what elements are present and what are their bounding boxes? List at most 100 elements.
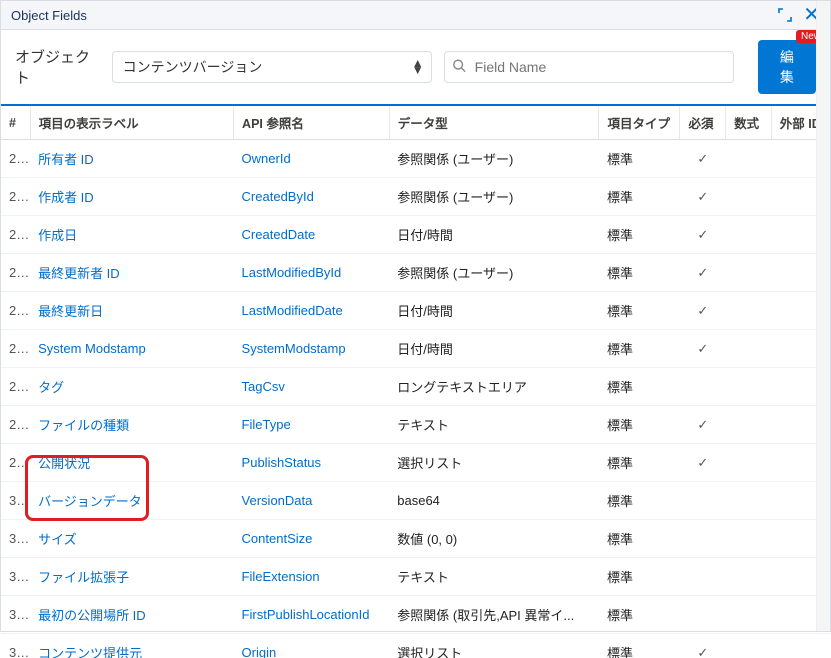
check-icon: ✓ (697, 341, 708, 356)
field-label-link[interactable]: 作成日 (38, 228, 77, 243)
check-icon: ✓ (697, 151, 708, 166)
object-select-input[interactable] (112, 51, 432, 83)
field-api-link[interactable]: LastModifiedDate (242, 303, 343, 318)
edit-button[interactable]: 編集 New (758, 40, 816, 94)
field-required: ✓ (680, 140, 726, 178)
table-row[interactable]: 34コンテンツ提供元Origin選択リスト標準✓ (1, 634, 830, 658)
field-required: ✓ (680, 216, 726, 254)
field-kind: 標準 (599, 330, 680, 368)
table-row[interactable]: 32ファイル拡張子FileExtensionテキスト標準 (1, 558, 830, 596)
field-type: 日付/時間 (389, 330, 599, 368)
col-header-index[interactable]: # (1, 106, 30, 140)
table-row[interactable]: 29公開状況PublishStatus選択リスト標準✓ (1, 444, 830, 482)
field-api-link[interactable]: ContentSize (242, 531, 313, 546)
panel-title: Object Fields (11, 8, 87, 23)
field-api-link[interactable]: CreatedById (242, 189, 314, 204)
field-formula (726, 482, 772, 520)
table-row[interactable]: 22作成者 IDCreatedById参照関係 (ユーザー)標準✓ (1, 178, 830, 216)
field-formula (726, 368, 772, 406)
row-index: 29 (1, 444, 30, 482)
table-row[interactable]: 31サイズContentSize数値 (0, 0)標準 (1, 520, 830, 558)
field-required (680, 596, 726, 634)
check-icon: ✓ (697, 189, 708, 204)
field-label-link[interactable]: 最初の公開場所 ID (38, 608, 146, 623)
field-api-link[interactable]: VersionData (242, 493, 313, 508)
check-icon: ✓ (697, 417, 708, 432)
field-required: ✓ (680, 178, 726, 216)
field-required: ✓ (680, 406, 726, 444)
table-row[interactable]: 25最終更新日LastModifiedDate日付/時間標準✓ (1, 292, 830, 330)
row-index: 25 (1, 292, 30, 330)
table-row[interactable]: 23作成日CreatedDate日付/時間標準✓ (1, 216, 830, 254)
field-label-link[interactable]: System Modstamp (38, 341, 146, 356)
field-api-link[interactable]: FileExtension (242, 569, 320, 584)
field-type: 参照関係 (ユーザー) (389, 254, 599, 292)
field-formula (726, 178, 772, 216)
field-formula (726, 216, 772, 254)
field-kind: 標準 (599, 140, 680, 178)
field-kind: 標準 (599, 596, 680, 634)
table-row[interactable]: 21所有者 IDOwnerId参照関係 (ユーザー)標準✓ (1, 140, 830, 178)
field-type: 選択リスト (389, 444, 599, 482)
field-api-link[interactable]: SystemModstamp (242, 341, 346, 356)
search-field[interactable] (444, 51, 734, 83)
field-label-link[interactable]: タグ (38, 380, 64, 395)
field-api-link[interactable]: OwnerId (242, 151, 291, 166)
field-api-link[interactable]: CreatedDate (242, 227, 316, 242)
table-scroll[interactable]: # 項目の表示ラベル API 参照名 データ型 項目タイプ 必須 数式 外部 I… (1, 106, 830, 658)
field-label-link[interactable]: 最終更新者 ID (38, 266, 120, 281)
field-label-link[interactable]: サイズ (38, 532, 77, 547)
col-header-api[interactable]: API 参照名 (234, 106, 390, 140)
table-row[interactable]: 28ファイルの種類FileTypeテキスト標準✓ (1, 406, 830, 444)
field-label-link[interactable]: 所有者 ID (38, 152, 94, 167)
table-row[interactable]: 33最初の公開場所 IDFirstPublishLocationId参照関係 (… (1, 596, 830, 634)
expand-icon[interactable] (777, 7, 793, 23)
col-header-kind[interactable]: 項目タイプ (599, 106, 680, 140)
table-row[interactable]: 27タグTagCsvロングテキストエリア標準 (1, 368, 830, 406)
table-row[interactable]: 24最終更新者 IDLastModifiedById参照関係 (ユーザー)標準✓ (1, 254, 830, 292)
titlebar: Object Fields ✕ (1, 1, 830, 30)
field-api-link[interactable]: Origin (242, 645, 277, 658)
field-api-link[interactable]: PublishStatus (242, 455, 322, 470)
scrollbar[interactable] (816, 1, 830, 631)
field-api-link[interactable]: FileType (242, 417, 291, 432)
field-label-link[interactable]: ファイルの種類 (38, 418, 129, 433)
row-index: 32 (1, 558, 30, 596)
field-label-link[interactable]: コンテンツ提供元 (38, 646, 142, 658)
table-row[interactable]: 26System ModstampSystemModstamp日付/時間標準✓ (1, 330, 830, 368)
field-formula (726, 406, 772, 444)
field-type: テキスト (389, 406, 599, 444)
col-header-type[interactable]: データ型 (389, 106, 599, 140)
field-api-link[interactable]: TagCsv (242, 379, 285, 394)
field-required (680, 558, 726, 596)
col-header-required[interactable]: 必須 (680, 106, 726, 140)
field-required: ✓ (680, 292, 726, 330)
field-label-link[interactable]: バージョンデータ (38, 494, 142, 509)
field-required (680, 482, 726, 520)
field-label-link[interactable]: 公開状況 (38, 456, 90, 471)
field-required (680, 520, 726, 558)
check-icon: ✓ (697, 645, 708, 658)
field-required: ✓ (680, 254, 726, 292)
search-input[interactable] (444, 51, 734, 83)
row-index: 28 (1, 406, 30, 444)
field-type: 選択リスト (389, 634, 599, 658)
field-formula (726, 520, 772, 558)
field-label-link[interactable]: 作成者 ID (38, 190, 94, 205)
edit-button-label: 編集 (780, 49, 794, 85)
field-formula (726, 292, 772, 330)
col-header-label[interactable]: 項目の表示ラベル (30, 106, 233, 140)
field-required: ✓ (680, 330, 726, 368)
field-label-link[interactable]: ファイル拡張子 (38, 570, 129, 585)
row-index: 34 (1, 634, 30, 658)
col-header-formula[interactable]: 数式 (726, 106, 772, 140)
toolbar: オブジェクト ▲▼ 編集 New (1, 30, 830, 106)
field-api-link[interactable]: FirstPublishLocationId (242, 607, 370, 622)
field-label-link[interactable]: 最終更新日 (38, 304, 103, 319)
field-formula (726, 596, 772, 634)
object-select[interactable]: ▲▼ (112, 51, 432, 83)
table-row[interactable]: 30バージョンデータVersionDatabase64標準 (1, 482, 830, 520)
field-type: 日付/時間 (389, 216, 599, 254)
field-required: ✓ (680, 634, 726, 658)
field-api-link[interactable]: LastModifiedById (242, 265, 342, 280)
